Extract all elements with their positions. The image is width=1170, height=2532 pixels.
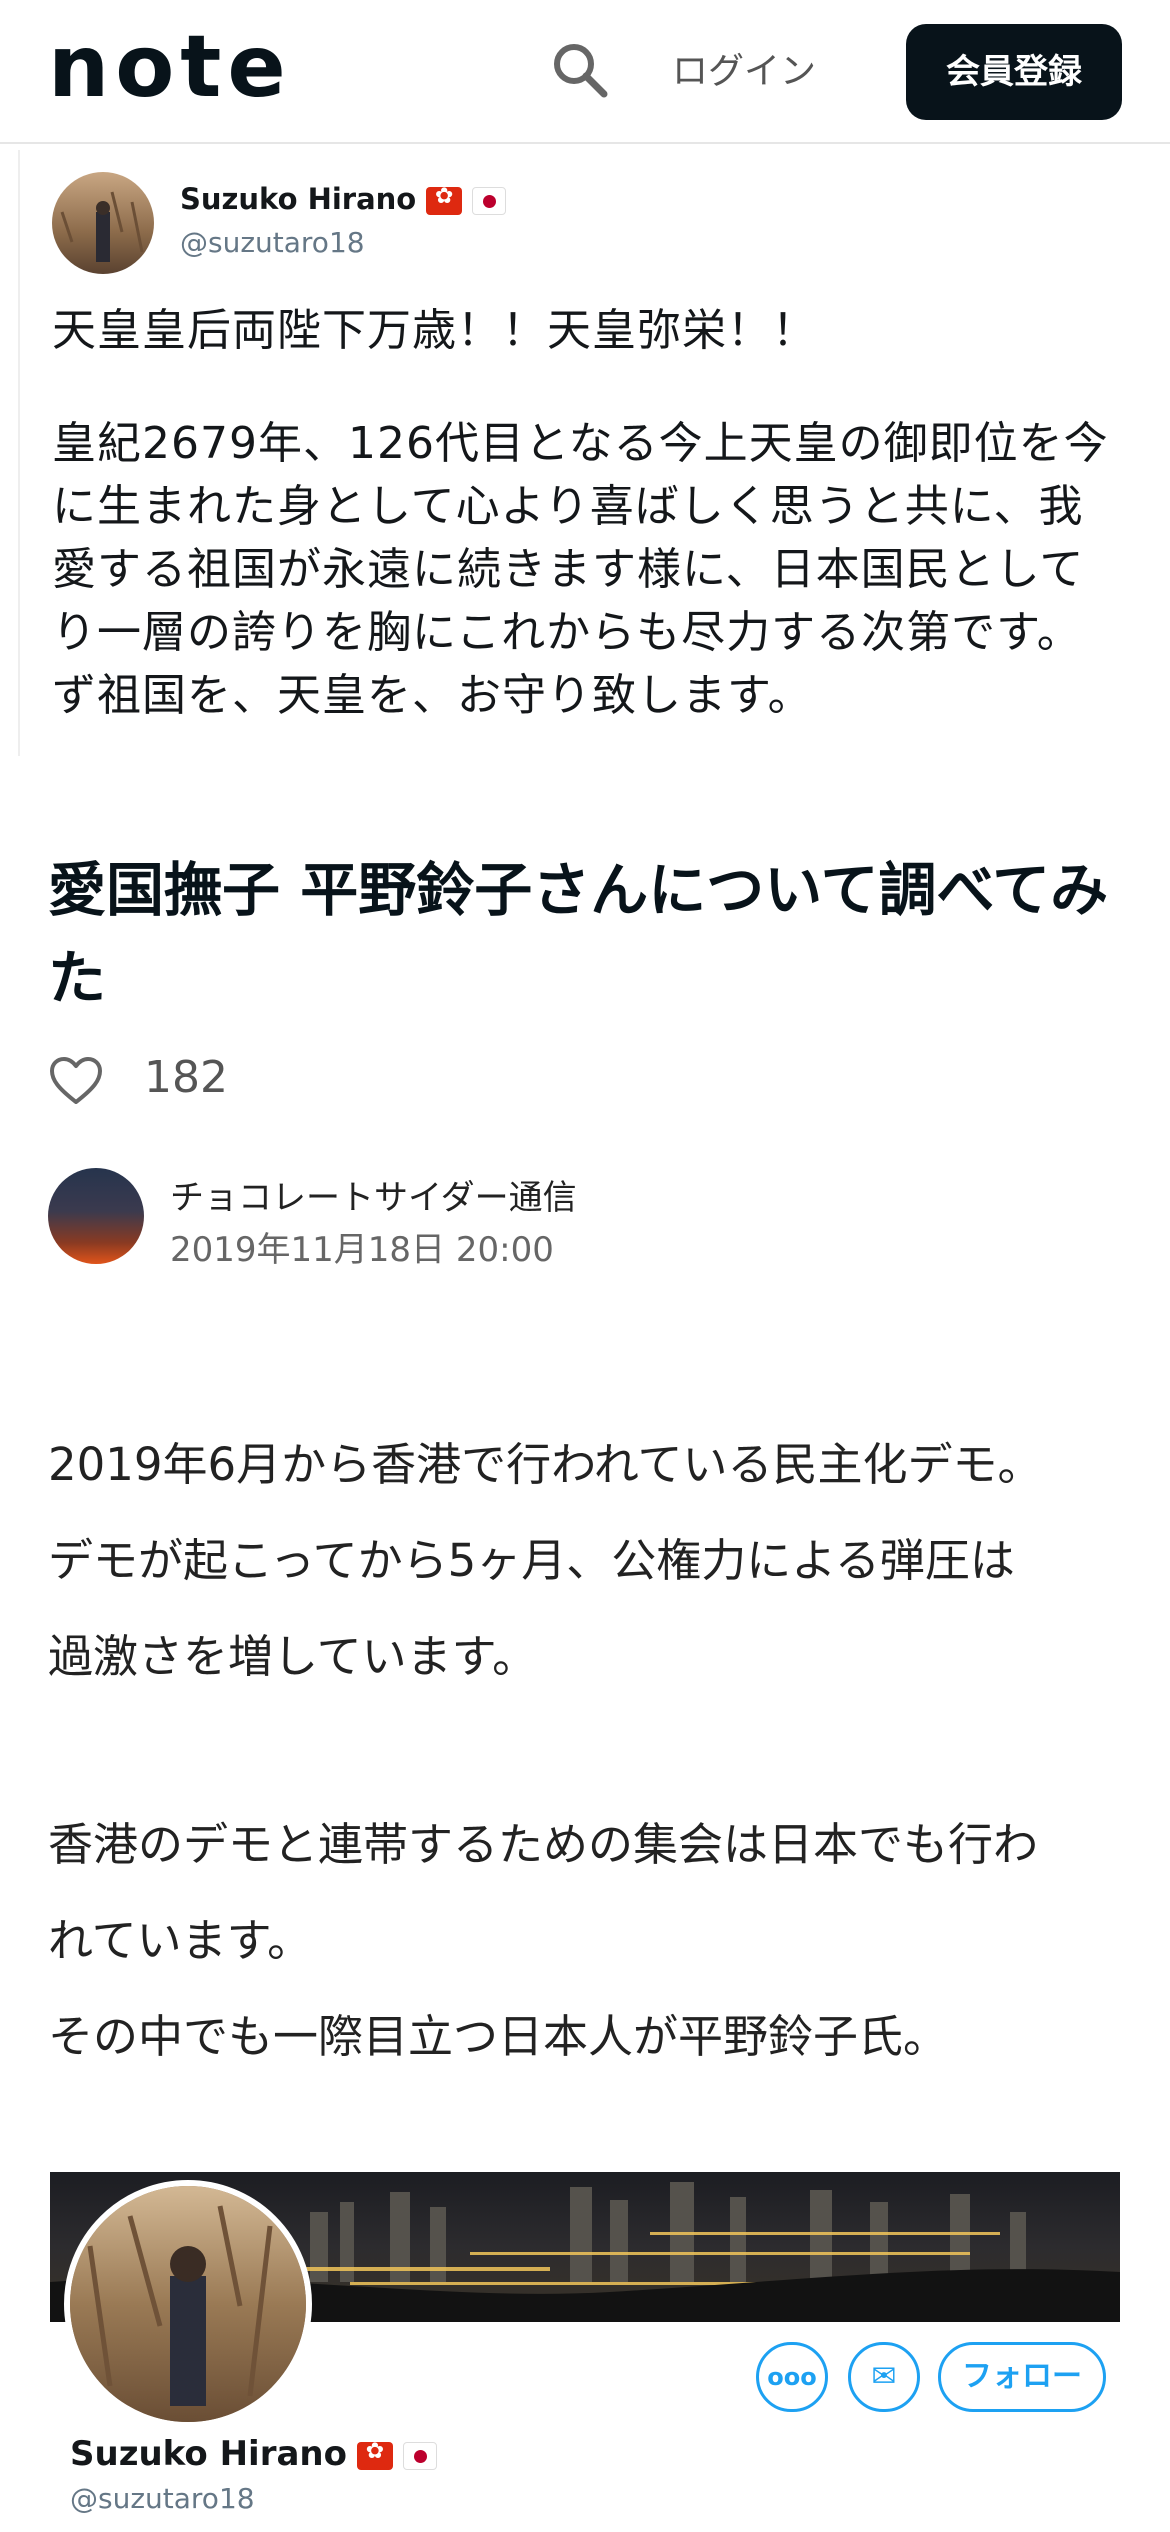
tweet-author-name: Suzuko Hirano	[180, 182, 507, 216]
tweet-text-body: 皇紀2679年、126代目となる今上天皇の御即位を今 に生まれた身として心より喜…	[52, 418, 1109, 721]
signup-button[interactable]: 会員登録	[906, 24, 1122, 120]
profile-handle: @suzutaro18	[70, 2482, 255, 2515]
follow-button[interactable]: フォロー	[938, 2342, 1106, 2412]
note-logo[interactable]: note	[48, 30, 348, 114]
profile-avatar	[64, 2180, 312, 2428]
body-paragraph-line: 香港のデモと連帯するための集会は日本でも行わ	[48, 1818, 1039, 1871]
like-count: 182	[144, 1052, 228, 1103]
article-title: 愛国撫子 平野鈴子さんについて調べてみた	[48, 856, 1109, 1012]
body-paragraph-line: その中でも一際目立つ日本人が平野鈴子氏。	[48, 2010, 949, 2063]
tweet-author-handle: @suzutaro18	[180, 226, 365, 259]
tweet-text-headline: 天皇皇后両陛下万歳！！天皇弥栄！！	[52, 305, 817, 356]
body-paragraph-line: 過激さを増しています。	[48, 1630, 538, 1683]
message-icon[interactable]: ✉	[848, 2342, 920, 2412]
site-header: note ログイン 会員登録	[0, 0, 1170, 144]
hong-kong-flag-icon	[356, 2439, 393, 2470]
heart-icon[interactable]	[48, 1056, 104, 1106]
post-date: 2019年11月18日 20:00	[170, 1230, 554, 1270]
svg-text:note: note	[48, 30, 292, 114]
japan-flag-icon	[472, 187, 507, 215]
japan-flag-icon	[402, 2441, 437, 2470]
profile-name: Suzuko Hirano	[70, 2434, 437, 2474]
body-paragraph-line: デモが起こってから5ヶ月、公権力による弾圧は	[48, 1534, 1015, 1587]
body-paragraph-line: れています。	[48, 1914, 313, 1967]
login-link[interactable]: ログイン	[672, 44, 816, 100]
hong-kong-flag-icon	[426, 184, 463, 215]
more-options-button[interactable]: ooo	[756, 2342, 828, 2412]
author-avatar[interactable]	[48, 1168, 144, 1264]
search-icon[interactable]	[548, 38, 612, 102]
tweet-screenshot-image: Suzuko Hirano @suzutaro18 天皇皇后両陛下万歳！！天皇弥…	[18, 150, 1170, 756]
tweet-avatar	[52, 172, 154, 274]
author-row: チョコレートサイダー通信 2019年11月18日 20:00	[48, 1164, 1122, 1274]
author-name[interactable]: チョコレートサイダー通信	[170, 1170, 577, 1219]
profile-screenshot-image: ooo ✉ フォロー Suzuko Hirano @suzutaro18	[50, 2172, 1120, 2532]
body-paragraph-line: 2019年6月から香港で行われている民主化デモ。	[48, 1438, 1043, 1491]
